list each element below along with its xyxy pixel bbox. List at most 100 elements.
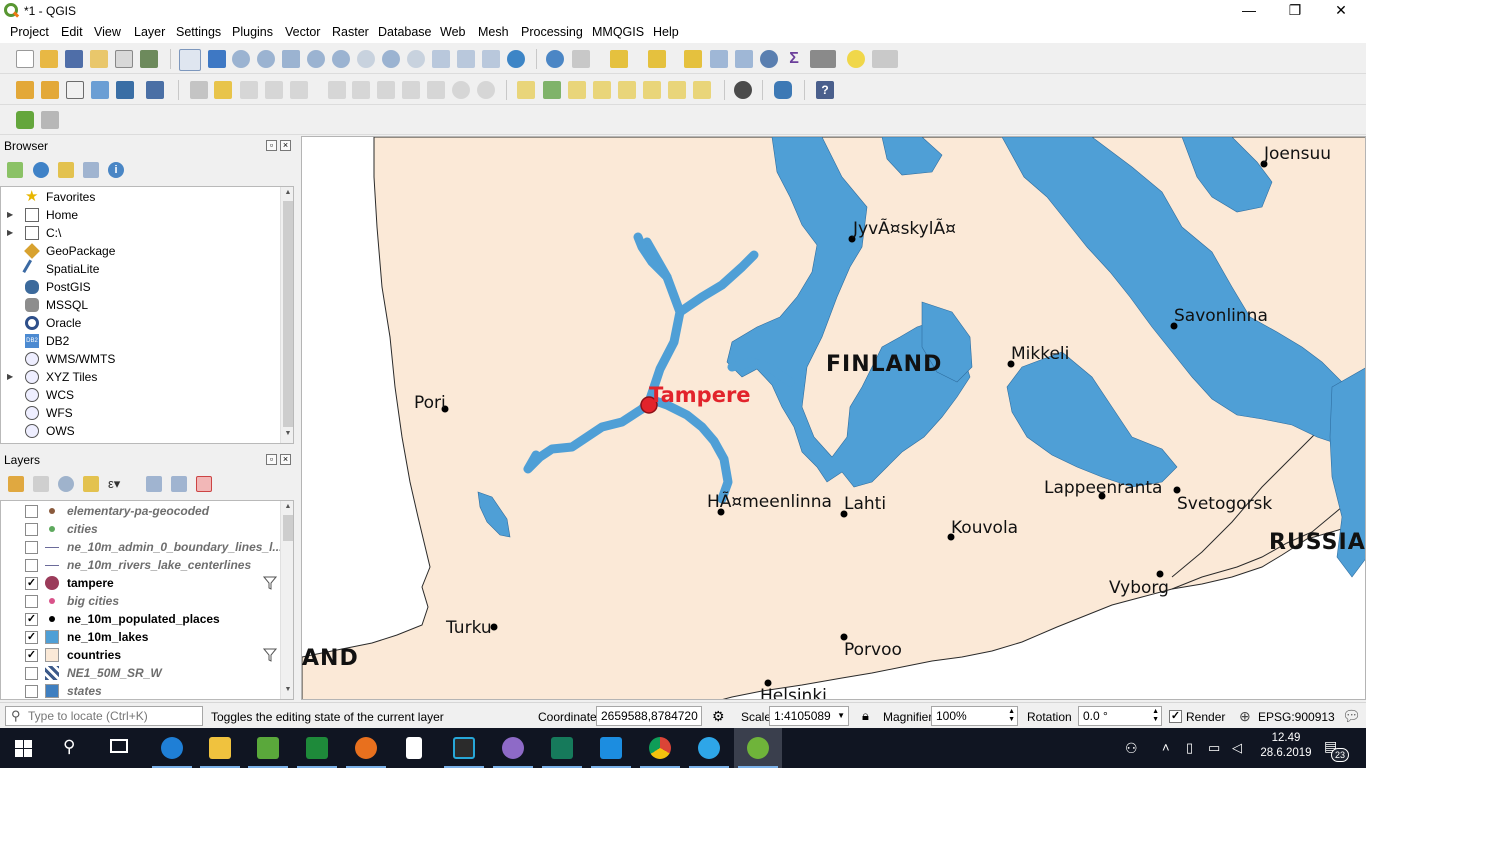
- zoom-out-icon[interactable]: [257, 50, 275, 68]
- add-virtual-layer-icon[interactable]: [146, 81, 164, 99]
- attribute-table-icon[interactable]: [710, 50, 728, 68]
- app-taskbar-button-5[interactable]: [685, 728, 733, 768]
- menu-edit[interactable]: Edit: [61, 25, 83, 39]
- layer-row[interactable]: ✓ ne_10m_populated_places: [1, 610, 263, 628]
- help-contents-icon[interactable]: ?: [816, 81, 834, 99]
- expand-arrow-icon[interactable]: ▶: [7, 224, 13, 242]
- pan-map-icon[interactable]: [179, 49, 201, 71]
- menu-mesh[interactable]: Mesh: [478, 25, 509, 39]
- browser-close-button[interactable]: ×: [280, 140, 291, 151]
- layer-visibility-checkbox[interactable]: [25, 541, 38, 554]
- open-project-icon[interactable]: [40, 50, 58, 68]
- menu-raster[interactable]: Raster: [332, 25, 369, 39]
- layer-visibility-checkbox[interactable]: [25, 523, 38, 536]
- filter-funnel-icon[interactable]: [262, 648, 278, 667]
- select-features-icon[interactable]: [610, 50, 628, 68]
- add-selected-layers-icon[interactable]: [7, 162, 23, 178]
- coordinate-field[interactable]: 2659588,8784720: [596, 706, 702, 726]
- move-label-icon[interactable]: [643, 81, 661, 99]
- chevron-up-icon[interactable]: ˄: [1162, 740, 1170, 755]
- crs-globe-icon[interactable]: ⊕: [1239, 708, 1251, 725]
- new-project-icon[interactable]: [16, 50, 34, 68]
- zoom-native-icon[interactable]: [357, 50, 375, 68]
- layer-row[interactable]: ✓ ne_10m_lakes: [1, 628, 263, 646]
- layer-row[interactable]: ne_10m_admin_0_boundary_lines_l...: [1, 538, 282, 556]
- document-taskbar-button[interactable]: [390, 728, 438, 768]
- field-calculator-icon[interactable]: [735, 50, 753, 68]
- open-layer-styling-icon[interactable]: [8, 476, 24, 492]
- app-taskbar-button-4[interactable]: [489, 728, 537, 768]
- pan-to-selection-icon[interactable]: [208, 50, 226, 68]
- tablet-icon[interactable]: ▯: [1186, 740, 1193, 756]
- start-button[interactable]: [0, 728, 48, 768]
- menu-mmqgis[interactable]: MMQGIS: [592, 25, 644, 39]
- expand-arrow-icon[interactable]: ▶: [7, 206, 13, 224]
- browser-item-spatialite[interactable]: SpatiaLite: [1, 259, 293, 279]
- browser-scrollbar[interactable]: ▲ ▼: [280, 187, 293, 443]
- browser-item-xyz[interactable]: ▶ XYZ Tiles: [1, 368, 293, 386]
- zoom-to-selection-icon[interactable]: [307, 50, 325, 68]
- menu-layer[interactable]: Layer: [134, 25, 165, 39]
- new-annotation-icon[interactable]: [872, 50, 898, 68]
- add-group-icon[interactable]: [33, 476, 49, 492]
- layers-scrollbar[interactable]: ▲ ▼: [280, 501, 293, 699]
- zoom-to-layer-icon[interactable]: [332, 50, 350, 68]
- task-view-button[interactable]: [96, 728, 144, 768]
- layer-row[interactable]: elementary-pa-geocoded: [1, 502, 263, 520]
- expand-arrow-icon[interactable]: ▶: [7, 368, 13, 386]
- vscode-taskbar-button[interactable]: [587, 728, 635, 768]
- edge-taskbar-button[interactable]: [148, 728, 196, 768]
- minimize-button[interactable]: —: [1226, 0, 1272, 22]
- layer-visibility-checkbox[interactable]: ✓: [25, 649, 38, 662]
- layer-visibility-checkbox[interactable]: ✓: [25, 577, 38, 590]
- browser-item-postgis[interactable]: PostGIS: [1, 278, 293, 296]
- layers-scrollbar-thumb[interactable]: [283, 515, 293, 541]
- remove-layer-icon[interactable]: [196, 476, 212, 492]
- filter-legend-icon[interactable]: [83, 476, 99, 492]
- pin-labels-icon[interactable]: [593, 81, 611, 99]
- browser-item-wcs[interactable]: WCS: [1, 386, 293, 404]
- clock[interactable]: 12.49 28.6.2019: [1258, 732, 1314, 759]
- add-raster-layer-icon[interactable]: [91, 81, 109, 99]
- browser-float-button[interactable]: ▫: [266, 140, 277, 151]
- new-print-layout-icon[interactable]: [90, 50, 108, 68]
- layer-row[interactable]: big cities: [1, 592, 263, 610]
- layout-manager-icon[interactable]: [115, 50, 133, 68]
- show-hide-labels-icon[interactable]: [618, 81, 636, 99]
- menu-web[interactable]: Web: [440, 25, 465, 39]
- browser-item-wms[interactable]: WMS/WMTS: [1, 350, 293, 368]
- browser-item-wfs[interactable]: WFS: [1, 404, 293, 422]
- menu-help[interactable]: Help: [653, 25, 679, 39]
- app-taskbar-button-3[interactable]: [440, 728, 488, 768]
- statistical-summary-icon[interactable]: Σ: [785, 50, 803, 68]
- menu-settings[interactable]: Settings: [176, 25, 221, 39]
- new-bookmark-icon[interactable]: [482, 50, 500, 68]
- menu-project[interactable]: Project: [10, 25, 49, 39]
- layer-row[interactable]: cities: [1, 520, 263, 538]
- explorer-taskbar-button[interactable]: [196, 728, 244, 768]
- search-taskbar-button[interactable]: ⚲: [48, 728, 96, 768]
- zoom-in-icon[interactable]: [232, 50, 250, 68]
- browser-filter-icon[interactable]: [58, 162, 74, 178]
- layer-visibility-checkbox[interactable]: [25, 667, 38, 680]
- select-by-value-icon[interactable]: [648, 50, 666, 68]
- properties-info-icon[interactable]: i: [108, 162, 124, 178]
- chrome-taskbar-button[interactable]: [636, 728, 684, 768]
- rotation-field[interactable]: 0.0 ° ▲ ▼: [1078, 706, 1162, 726]
- layer-row[interactable]: ✓ tampere: [1, 574, 278, 592]
- plugin-tool-icon[interactable]: [41, 111, 59, 129]
- messages-icon[interactable]: 💬︎: [1342, 707, 1361, 725]
- zoom-next-icon[interactable]: [407, 50, 425, 68]
- browser-item-ows[interactable]: OWS: [1, 422, 293, 440]
- layer-visibility-checkbox[interactable]: ✓: [25, 631, 38, 644]
- highlight-pinned-labels-icon[interactable]: [568, 81, 586, 99]
- processing-toolbox-icon[interactable]: [760, 50, 778, 68]
- layer-row[interactable]: ✓ countries: [1, 646, 278, 664]
- collapse-all-layers-icon[interactable]: [171, 476, 187, 492]
- new-geopackage-layer-icon[interactable]: [41, 81, 59, 99]
- manage-map-themes-icon[interactable]: [58, 476, 74, 492]
- toggle-editing-icon[interactable]: [214, 81, 232, 99]
- run-feature-action-icon[interactable]: [572, 50, 590, 68]
- crs-label[interactable]: EPSG:900913: [1258, 710, 1335, 724]
- measure-line-icon[interactable]: [810, 50, 836, 68]
